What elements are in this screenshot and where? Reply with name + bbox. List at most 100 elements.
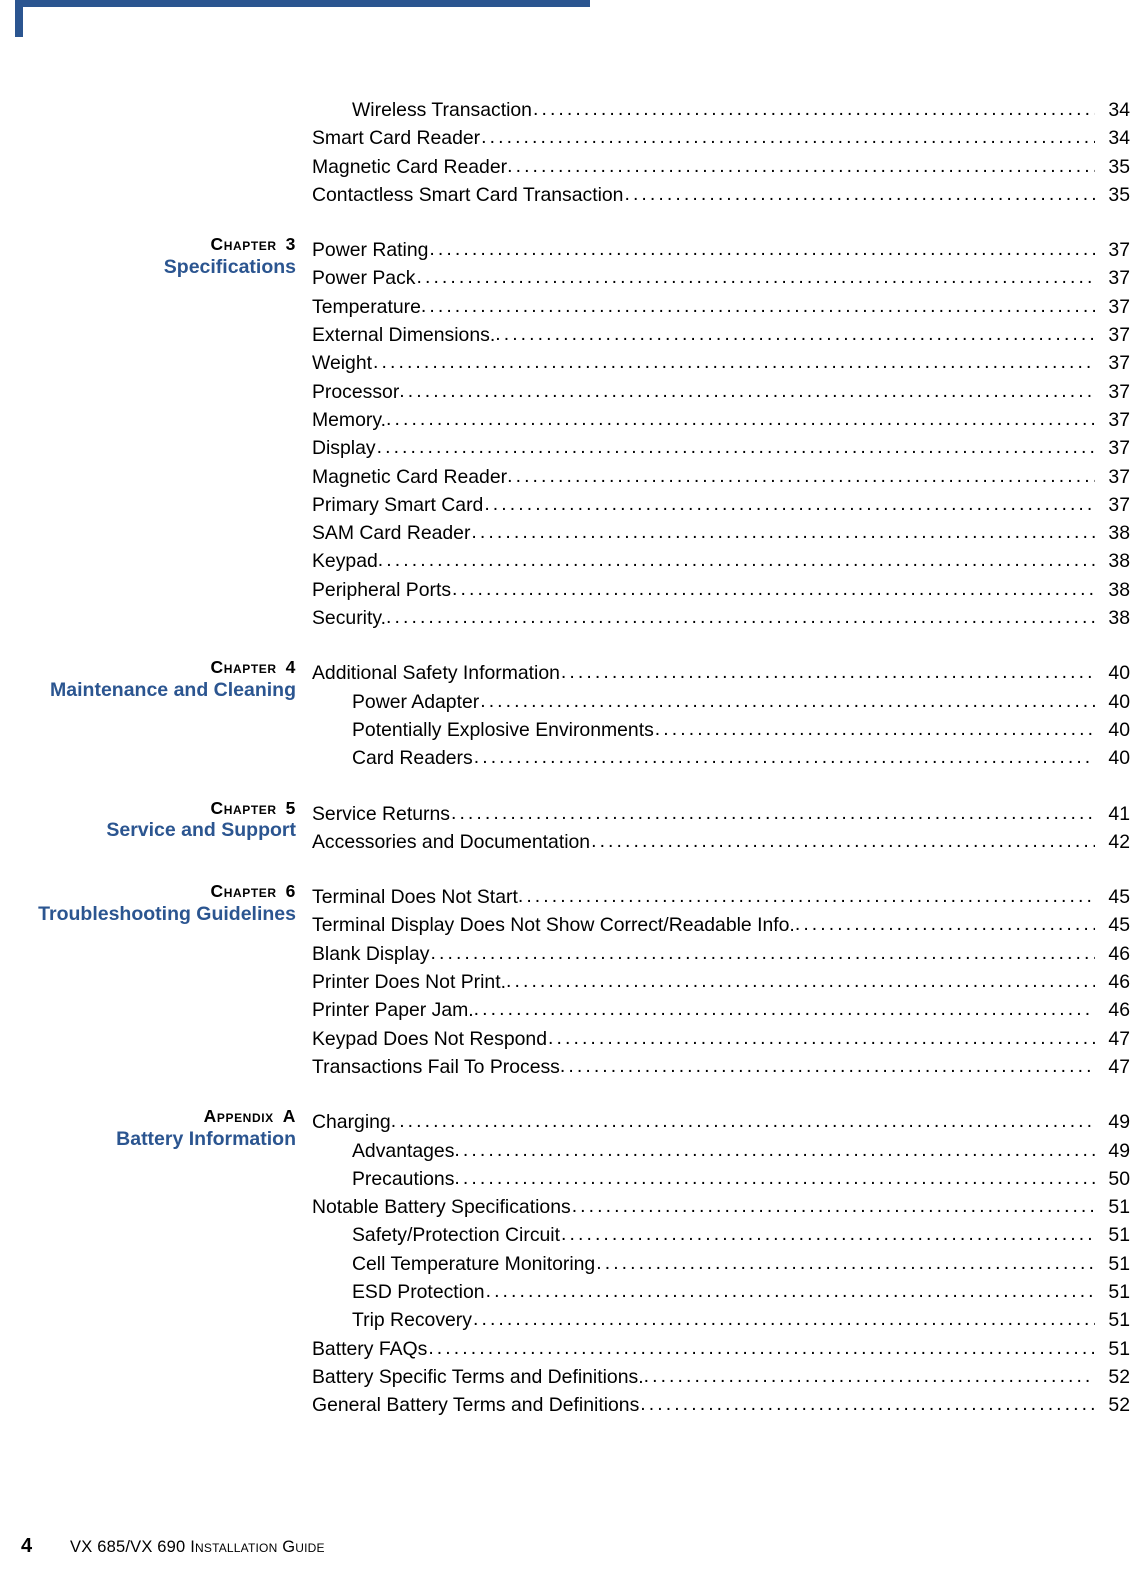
toc-entry-label: Potentially Explosive Environments bbox=[352, 718, 654, 741]
toc-leader-dots: ........................................… bbox=[420, 294, 1095, 317]
toc-entry[interactable]: Safety/Protection Circuit...............… bbox=[312, 1221, 1130, 1249]
toc-entry-label: Peripheral Ports bbox=[312, 578, 452, 601]
toc-group-chapter-4: Chapter 4 Maintenance and Cleaning Addition… bbox=[0, 659, 1142, 772]
toc-entry[interactable]: Magnetic Card Reader....................… bbox=[312, 463, 1130, 491]
toc-leader-dots: ........................................… bbox=[386, 606, 1095, 629]
toc-entry[interactable]: Precautions.............................… bbox=[312, 1165, 1130, 1193]
toc-leader-dots: ........................................… bbox=[377, 549, 1095, 572]
toc-leader-dots: ........................................… bbox=[654, 717, 1095, 740]
toc-leader-dots: ........................................… bbox=[473, 998, 1095, 1021]
toc-entry-label: Accessories and Documentation bbox=[312, 830, 591, 853]
chapter-title[interactable]: Service and Support bbox=[20, 819, 296, 841]
toc-entry[interactable]: Wireless Transaction....................… bbox=[312, 96, 1130, 124]
toc-entry-page-number: 37 bbox=[1108, 352, 1130, 375]
toc-entry[interactable]: Blank Display...........................… bbox=[312, 940, 1130, 968]
toc-entry[interactable]: Peripheral Ports........................… bbox=[312, 576, 1130, 604]
toc-entry[interactable]: ESD Protection..........................… bbox=[312, 1278, 1130, 1306]
chapter-title[interactable]: Specifications bbox=[20, 256, 296, 278]
toc-entry-label: Printer Does Not Print. bbox=[312, 971, 506, 994]
toc-entry-label: Card Readers bbox=[352, 747, 473, 770]
toc-entry[interactable]: Magnetic Card Reader....................… bbox=[312, 153, 1130, 181]
header-accent-rule bbox=[22, 0, 590, 7]
toc-entry[interactable]: Notable Battery Specifications..........… bbox=[312, 1193, 1130, 1221]
toc-leader-dots: ........................................… bbox=[399, 379, 1095, 402]
chapter-title[interactable]: Troubleshooting Guidelines bbox=[20, 903, 296, 925]
toc-entry-page-number: 51 bbox=[1108, 1196, 1130, 1219]
toc-entry-page-number: 37 bbox=[1108, 437, 1130, 460]
toc-leader-dots: ........................................… bbox=[428, 1336, 1095, 1359]
toc-entry[interactable]: Card Readers............................… bbox=[312, 744, 1130, 772]
toc-entry[interactable]: External Dimensions.....................… bbox=[312, 321, 1130, 349]
toc-entry[interactable]: Display.................................… bbox=[312, 434, 1130, 462]
toc-entry[interactable]: Potentially Explosive Environments......… bbox=[312, 716, 1130, 744]
footer-page-number: 4 bbox=[21, 1535, 33, 1557]
toc-entry[interactable]: Charging................................… bbox=[312, 1108, 1130, 1136]
chapter-label-chapter-5: Chapter 5 Service and Support bbox=[20, 797, 296, 842]
toc-entry[interactable]: General Battery Terms and Definitions...… bbox=[312, 1391, 1130, 1419]
chapter-title[interactable]: Maintenance and Cleaning bbox=[20, 679, 296, 701]
toc-entry-page-number: 52 bbox=[1108, 1365, 1130, 1388]
toc-entry[interactable]: Contactless Smart Card Transaction......… bbox=[312, 181, 1130, 209]
toc-entry[interactable]: Trip Recovery...........................… bbox=[312, 1306, 1130, 1334]
toc-entry[interactable]: Processor...............................… bbox=[312, 378, 1130, 406]
chapter-kicker: Chapter 6 bbox=[210, 881, 296, 902]
toc-entry[interactable]: Additional Safety Information...........… bbox=[312, 659, 1130, 687]
toc-entry-label: Additional Safety Information bbox=[312, 662, 560, 685]
toc-leader-dots: ........................................… bbox=[507, 154, 1095, 177]
toc-entry-label: Power Adapter bbox=[352, 690, 480, 713]
toc-entry-label: Keypad bbox=[312, 550, 378, 573]
toc-entry-label: Terminal Does Not Start bbox=[312, 886, 518, 909]
toc-entry-page-number: 37 bbox=[1108, 408, 1130, 431]
toc-entry[interactable]: Transactions Fail To Process............… bbox=[312, 1053, 1130, 1081]
toc-entry[interactable]: Power Rating............................… bbox=[312, 236, 1130, 264]
toc-entry[interactable]: Advantages..............................… bbox=[312, 1137, 1130, 1165]
toc-entry[interactable]: Temperature.............................… bbox=[312, 293, 1130, 321]
toc-entry[interactable]: Service Returns.........................… bbox=[312, 800, 1130, 828]
toc-leader-dots: ........................................… bbox=[385, 407, 1095, 430]
toc-entry[interactable]: Memory..................................… bbox=[312, 406, 1130, 434]
toc-entry[interactable]: Weight..................................… bbox=[312, 349, 1130, 377]
toc-entry[interactable]: Keypad Does Not Respond.................… bbox=[312, 1025, 1130, 1053]
toc-entry[interactable]: Battery Specific Terms and Definitions..… bbox=[312, 1363, 1130, 1391]
toc-entry-label: SAM Card Reader bbox=[312, 522, 471, 545]
toc-entry[interactable]: Cell Temperature Monitoring.............… bbox=[312, 1250, 1130, 1278]
toc-entry-label: Charging bbox=[312, 1111, 391, 1134]
toc-entry-label: Printer Paper Jam. bbox=[312, 999, 474, 1022]
toc-entry[interactable]: Power Adapter...........................… bbox=[312, 688, 1130, 716]
toc-entry-page-number: 38 bbox=[1108, 607, 1130, 630]
toc-entry-page-number: 51 bbox=[1108, 1309, 1130, 1332]
toc-leader-dots: ........................................… bbox=[571, 1195, 1095, 1218]
toc-entry-page-number: 37 bbox=[1108, 324, 1130, 347]
toc-leader-dots: ........................................… bbox=[495, 323, 1095, 346]
toc-entry-page-number: 51 bbox=[1108, 1252, 1130, 1275]
toc-entry-label: Blank Display bbox=[312, 942, 430, 965]
header-accent-tab bbox=[15, 0, 23, 37]
toc-entry[interactable]: Security................................… bbox=[312, 604, 1130, 632]
toc-entry[interactable]: SAM Card Reader.........................… bbox=[312, 519, 1130, 547]
toc-leader-dots: ........................................… bbox=[471, 521, 1095, 544]
toc-entry-page-number: 51 bbox=[1108, 1337, 1130, 1360]
toc-entry[interactable]: Terminal Does Not Start.................… bbox=[312, 883, 1130, 911]
toc-entry[interactable]: Printer Does Not Print..................… bbox=[312, 968, 1130, 996]
toc-group-appendix-a: Appendix A Battery Information Charging....… bbox=[0, 1107, 1142, 1419]
chapter-label-chapter-4: Chapter 4 Maintenance and Cleaning bbox=[20, 659, 296, 701]
toc-entry[interactable]: Terminal Display Does Not Show Correct/R… bbox=[312, 911, 1130, 939]
toc-entry-page-number: 41 bbox=[1108, 802, 1130, 825]
toc-entry[interactable]: Smart Card Reader.......................… bbox=[312, 124, 1130, 152]
toc-leader-dots: ........................................… bbox=[560, 661, 1095, 684]
toc-leader-dots: ........................................… bbox=[561, 1223, 1095, 1246]
toc-entry[interactable]: Keypad..................................… bbox=[312, 547, 1130, 575]
toc-entry-list: Charging................................… bbox=[312, 1108, 1130, 1419]
toc-entry-label: Memory. bbox=[312, 408, 386, 431]
chapter-title[interactable]: Battery Information bbox=[20, 1128, 296, 1150]
toc-entry[interactable]: Printer Paper Jam.......................… bbox=[312, 996, 1130, 1024]
toc-entry-label: Power Rating bbox=[312, 239, 429, 262]
toc-entry-page-number: 37 bbox=[1108, 295, 1130, 318]
toc-entry[interactable]: Power Pack..............................… bbox=[312, 264, 1130, 292]
toc-group-continued-chapter-2: Wireless Transaction....................… bbox=[0, 96, 1142, 209]
chapter-number: 5 bbox=[285, 797, 296, 818]
toc-entry[interactable]: Accessories and Documentation...........… bbox=[312, 828, 1130, 856]
toc-entry[interactable]: Primary Smart Card......................… bbox=[312, 491, 1130, 519]
toc-entry-page-number: 35 bbox=[1108, 155, 1130, 178]
toc-entry[interactable]: Battery FAQs............................… bbox=[312, 1335, 1130, 1363]
